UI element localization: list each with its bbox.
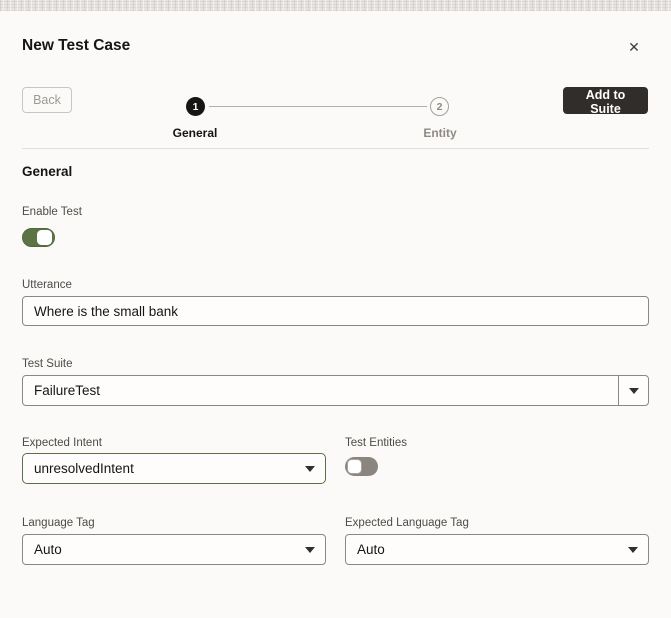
screen: New Test Case ✕ Back 1 2 General Entity … <box>0 0 671 618</box>
expected-intent-label: Expected Intent <box>22 437 102 449</box>
chevron-down-icon <box>305 547 315 553</box>
general-section-heading: General <box>22 164 72 179</box>
expected-intent-dropdown-button[interactable] <box>295 454 325 483</box>
enable-test-toggle[interactable] <box>22 228 55 247</box>
test-entities-label: Test Entities <box>345 437 407 449</box>
test-suite-dropdown-button[interactable] <box>618 376 648 405</box>
toggle-thumb <box>347 459 362 474</box>
language-tag-select[interactable]: Auto <box>22 534 326 565</box>
new-test-case-dialog: New Test Case ✕ Back 1 2 General Entity … <box>0 11 671 618</box>
expected-intent-value: unresolvedIntent <box>23 461 295 476</box>
expected-language-tag-select[interactable]: Auto <box>345 534 649 565</box>
desktop-texture <box>0 0 671 11</box>
language-tag-value: Auto <box>23 542 295 557</box>
language-tag-label: Language Tag <box>22 517 95 529</box>
test-suite-combobox[interactable]: FailureTest <box>22 375 649 406</box>
add-to-suite-button[interactable]: Add to Suite <box>563 87 648 114</box>
back-button[interactable]: Back <box>22 87 72 113</box>
close-icon[interactable]: ✕ <box>622 35 646 59</box>
toggle-thumb <box>37 230 52 245</box>
test-suite-label: Test Suite <box>22 358 73 370</box>
chevron-down-icon <box>629 388 639 394</box>
step-1-indicator[interactable]: 1 <box>186 97 205 116</box>
expected-language-tag-value: Auto <box>346 542 618 557</box>
utterance-label: Utterance <box>22 279 72 291</box>
chevron-down-icon <box>628 547 638 553</box>
step-connector-line <box>209 106 427 107</box>
test-suite-value: FailureTest <box>23 383 618 398</box>
test-entities-toggle[interactable] <box>345 457 378 476</box>
expected-intent-select[interactable]: unresolvedIntent <box>22 453 326 484</box>
step-2-label: Entity <box>380 126 500 140</box>
step-2-indicator[interactable]: 2 <box>430 97 449 116</box>
chevron-down-icon <box>305 466 315 472</box>
expected-language-tag-dropdown-button[interactable] <box>618 535 648 564</box>
step-1-label: General <box>135 126 255 140</box>
expected-language-tag-label: Expected Language Tag <box>345 517 469 529</box>
utterance-input[interactable] <box>22 296 649 326</box>
dialog-title: New Test Case <box>22 37 130 55</box>
enable-test-label: Enable Test <box>22 206 82 218</box>
language-tag-dropdown-button[interactable] <box>295 535 325 564</box>
stepper-divider <box>22 148 649 149</box>
